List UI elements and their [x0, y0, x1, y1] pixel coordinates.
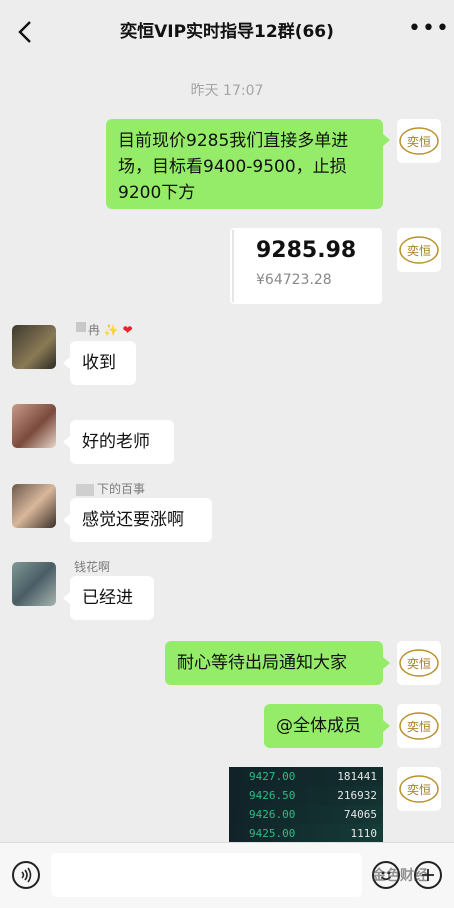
orderbook-row: 9426.00 74065: [229, 805, 383, 824]
svg-text:奕恒: 奕恒: [407, 243, 431, 258]
outgoing-message[interactable]: 目前现价9285我们直接多单进场，目标看9400-9500，止损9200下方: [106, 119, 383, 209]
bubble-tail: [383, 720, 390, 732]
message-text: 已经进: [82, 588, 133, 608]
message-text: 收到: [82, 353, 116, 373]
chat-title: 奕恒VIP实时指导12群(66): [120, 22, 334, 42]
voice-icon[interactable]: [12, 861, 40, 889]
incoming-message[interactable]: 好的老师: [70, 420, 174, 464]
yiheng-logo-icon: 奕恒: [399, 127, 439, 155]
orderbook-price: 9426.50: [249, 789, 296, 802]
watermark: 金色财经: [372, 868, 428, 884]
orderbook-qty: 1110: [350, 827, 378, 840]
member-avatar[interactable]: [12, 484, 56, 528]
bubble-tail: [383, 134, 390, 146]
sender-avatar[interactable]: 奕恒: [397, 767, 441, 811]
orderbook-screenshot[interactable]: 9427.00 181441 9426.50 216932 9426.00 74065 94…: [229, 767, 383, 842]
message-text: 好的老师: [82, 432, 150, 452]
incoming-message[interactable]: 已经进: [70, 576, 154, 620]
orderbook-price: 9427.00: [249, 770, 296, 783]
yiheng-logo-icon: 奕恒: [399, 712, 439, 740]
member-nickname: 下的百事: [97, 482, 146, 496]
member-nickname: 钱花啊: [74, 560, 111, 574]
bubble-tail: [63, 357, 70, 369]
svg-text:奕恒: 奕恒: [407, 656, 431, 671]
bubble-tail: [63, 436, 70, 448]
svg-text:奕恒: 奕恒: [407, 719, 431, 734]
member-avatar[interactable]: [12, 404, 56, 448]
bubble-tail: [63, 514, 70, 526]
price-screenshot[interactable]: 9285.98 ¥64723.28: [230, 228, 382, 304]
timestamp: 昨天 17:07: [190, 83, 264, 99]
orderbook-price: 9426.00: [249, 808, 296, 821]
message-input[interactable]: [51, 853, 362, 897]
orderbook-qty: 74065: [343, 808, 377, 821]
chat-header: 奕恒VIP实时指导12群(66) •••: [0, 0, 454, 64]
price-cny: ¥64723.28: [256, 272, 332, 288]
incoming-message[interactable]: 收到: [70, 341, 136, 385]
incoming-message[interactable]: 感觉还要涨啊: [70, 498, 212, 542]
orderbook-price: 9425.00: [249, 827, 296, 840]
sender-avatar[interactable]: 奕恒: [397, 704, 441, 748]
bubble-tail: [383, 657, 390, 669]
outgoing-message[interactable]: 耐心等待出局通知大家: [165, 641, 383, 685]
orderbook-row: 9425.00 1110: [229, 824, 383, 842]
outgoing-message[interactable]: @全体成员: [264, 704, 383, 748]
price-value: 9285.98: [256, 238, 357, 263]
member-avatar[interactable]: [12, 325, 56, 369]
sender-avatar[interactable]: 奕恒: [397, 641, 441, 685]
yiheng-logo-icon: 奕恒: [399, 775, 439, 803]
bubble-tail: [63, 592, 70, 604]
message-text: 耐心等待出局通知大家: [177, 653, 347, 673]
yiheng-logo-icon: 奕恒: [399, 649, 439, 677]
svg-text:奕恒: 奕恒: [407, 134, 431, 149]
orderbook-qty: 181441: [337, 770, 377, 783]
message-text: 感觉还要涨啊: [82, 510, 184, 530]
orderbook-row: 9426.50 216932: [229, 786, 383, 805]
sender-avatar[interactable]: 奕恒: [397, 119, 441, 163]
nickname-blur: [76, 484, 94, 496]
yiheng-logo-icon: 奕恒: [399, 236, 439, 264]
more-options-icon[interactable]: •••: [408, 18, 449, 46]
sender-avatar[interactable]: 奕恒: [397, 228, 441, 272]
back-arrow-icon[interactable]: [14, 18, 38, 46]
message-text: 目前现价9285我们直接多单进场，目标看9400-9500，止损9200下方: [118, 131, 349, 203]
message-text: @全体成员: [276, 716, 361, 736]
orderbook-row: 9427.00 181441: [229, 767, 383, 786]
svg-text:奕恒: 奕恒: [407, 782, 431, 797]
member-nickname: 冉 ✨ ❤: [88, 323, 133, 337]
member-avatar[interactable]: [12, 562, 56, 606]
orderbook-qty: 216932: [337, 789, 377, 802]
nickname-blur: [76, 322, 86, 332]
input-bar: 金色财经: [0, 842, 454, 908]
